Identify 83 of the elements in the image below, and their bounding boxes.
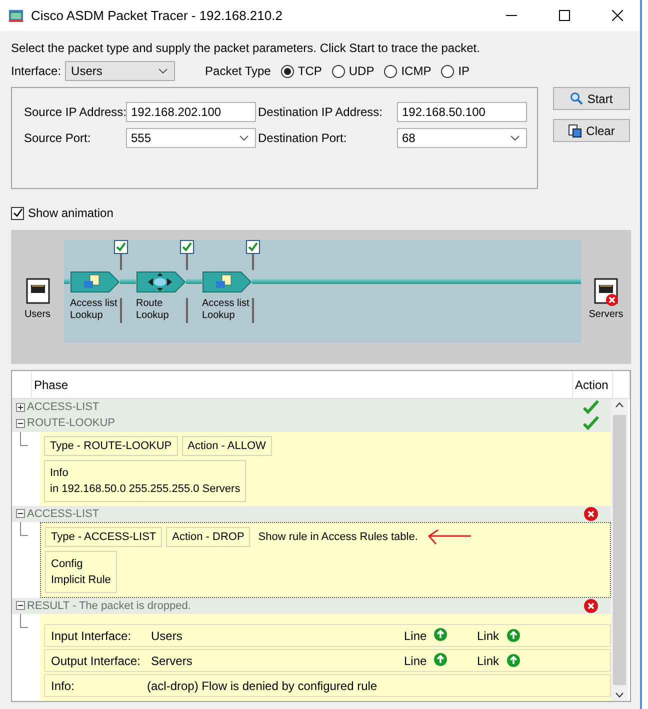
checkbox-label: Show animation	[28, 206, 114, 220]
chevron-down-icon	[510, 135, 520, 141]
phase-row[interactable]: ACCESS-LIST	[12, 399, 611, 416]
radio-button[interactable]	[280, 64, 294, 78]
radio-label: UDP	[348, 64, 374, 78]
chevron-down-icon	[158, 68, 168, 74]
collapse-icon[interactable]	[16, 509, 25, 518]
radio-label: ICMP	[401, 64, 432, 78]
interface-label: Output Interface:	[51, 654, 142, 668]
device-label: Users	[24, 309, 51, 320]
device-label: Servers	[588, 309, 624, 320]
radio-label: TCP	[298, 64, 322, 78]
tree-line	[20, 432, 28, 446]
clear-button[interactable]: Clear	[553, 119, 630, 142]
status-label: Line	[404, 628, 428, 642]
field-label: Source IP Address:	[24, 105, 127, 119]
info-label: Info:	[51, 678, 76, 692]
scrollbar[interactable]	[611, 399, 628, 701]
port-dropdown[interactable]: 68	[397, 128, 527, 148]
network-device-icon	[26, 278, 50, 306]
pipe-segment	[186, 279, 202, 284]
close-icon	[612, 10, 622, 21]
maximize-icon	[558, 10, 570, 21]
column-header: Phase	[34, 378, 68, 392]
pipe-segment	[120, 279, 136, 284]
collapse-icon[interactable]	[16, 418, 25, 428]
tree-line	[20, 522, 28, 536]
packet-type-label: Packet Type	[205, 64, 271, 78]
column-header: Action	[575, 378, 608, 392]
access-rules-link[interactable]: Show rule in Access Rules table.	[254, 530, 418, 543]
status-label: Link	[477, 654, 500, 668]
documents-icon	[568, 124, 582, 138]
status-label: Line	[404, 654, 428, 668]
input-field[interactable]: 192.168.202.100	[126, 102, 256, 122]
phase-label: Route	[136, 298, 164, 310]
checkbox[interactable]	[11, 206, 24, 220]
phase-row[interactable]: RESULT - The packet is dropped.	[12, 598, 611, 614]
port-dropdown[interactable]: 555	[126, 128, 256, 148]
instructions-text: Select the packet type and supply the packet parameters. Click Start to trace the packet.	[11, 41, 481, 55]
phase-label: Lookup	[70, 310, 104, 322]
tree-line	[20, 614, 28, 628]
phase-title: ACCESS-LIST	[26, 401, 100, 414]
window-title: Cisco ASDM Packet Tracer - 192.168.210.2	[31, 8, 284, 23]
radio-label: IP	[458, 64, 470, 78]
interface-dropdown[interactable]: Users	[65, 61, 176, 81]
interface-label: Input Interface:	[51, 628, 132, 642]
detail-box: Info in 192.168.50.0 255.255.255.0 Servers	[44, 460, 246, 502]
phase-title: RESULT - The packet is dropped.	[26, 600, 192, 612]
chevron-down-icon	[239, 135, 249, 141]
info-text: (acl-drop) Flow is denied by configured rule	[147, 678, 378, 692]
start-button[interactable]: Start	[553, 87, 630, 110]
app-icon	[8, 8, 24, 24]
detail-tag: Type - ROUTE-LOOKUP	[44, 436, 178, 456]
field-label: Destination Port:	[258, 131, 347, 145]
detail-tag: Type - ACCESS-LIST	[45, 526, 162, 547]
interface-label: Interface:	[11, 64, 62, 78]
interface-name: Users	[151, 628, 184, 642]
phase-title: ROUTE-LOOKUP	[26, 417, 116, 430]
collapse-icon[interactable]	[16, 601, 25, 610]
phase-title: ACCESS-LIST	[26, 508, 100, 520]
detail-box: Config Implicit Rule	[45, 550, 117, 593]
input-field[interactable]: 192.168.50.100	[397, 102, 527, 122]
interface-name: Servers	[151, 654, 194, 668]
phase-row[interactable]: ROUTE-LOOKUP	[12, 415, 611, 432]
router-icon	[136, 270, 186, 294]
search-icon	[570, 92, 584, 105]
phase-label: Lookup	[202, 310, 236, 322]
phase-row[interactable]: ACCESS-LIST	[12, 506, 611, 522]
phase-label: Access list	[202, 298, 250, 310]
expand-icon[interactable]	[16, 402, 25, 412]
phase-label: Lookup	[136, 310, 170, 322]
radio-button[interactable]	[441, 64, 454, 78]
radio-button[interactable]	[332, 64, 345, 78]
status-label: Link	[477, 628, 500, 642]
field-label: Destination IP Address:	[258, 105, 383, 119]
access-list-icon	[70, 270, 120, 294]
detail-tag: Action - ALLOW	[182, 436, 272, 456]
field-label: Source Port:	[24, 131, 91, 145]
access-list-icon	[202, 270, 252, 294]
detail-tag: Action - DROP	[166, 526, 250, 547]
pipe-segment	[64, 279, 70, 284]
phase-label: Access list	[70, 298, 118, 310]
radio-button[interactable]	[384, 64, 398, 78]
